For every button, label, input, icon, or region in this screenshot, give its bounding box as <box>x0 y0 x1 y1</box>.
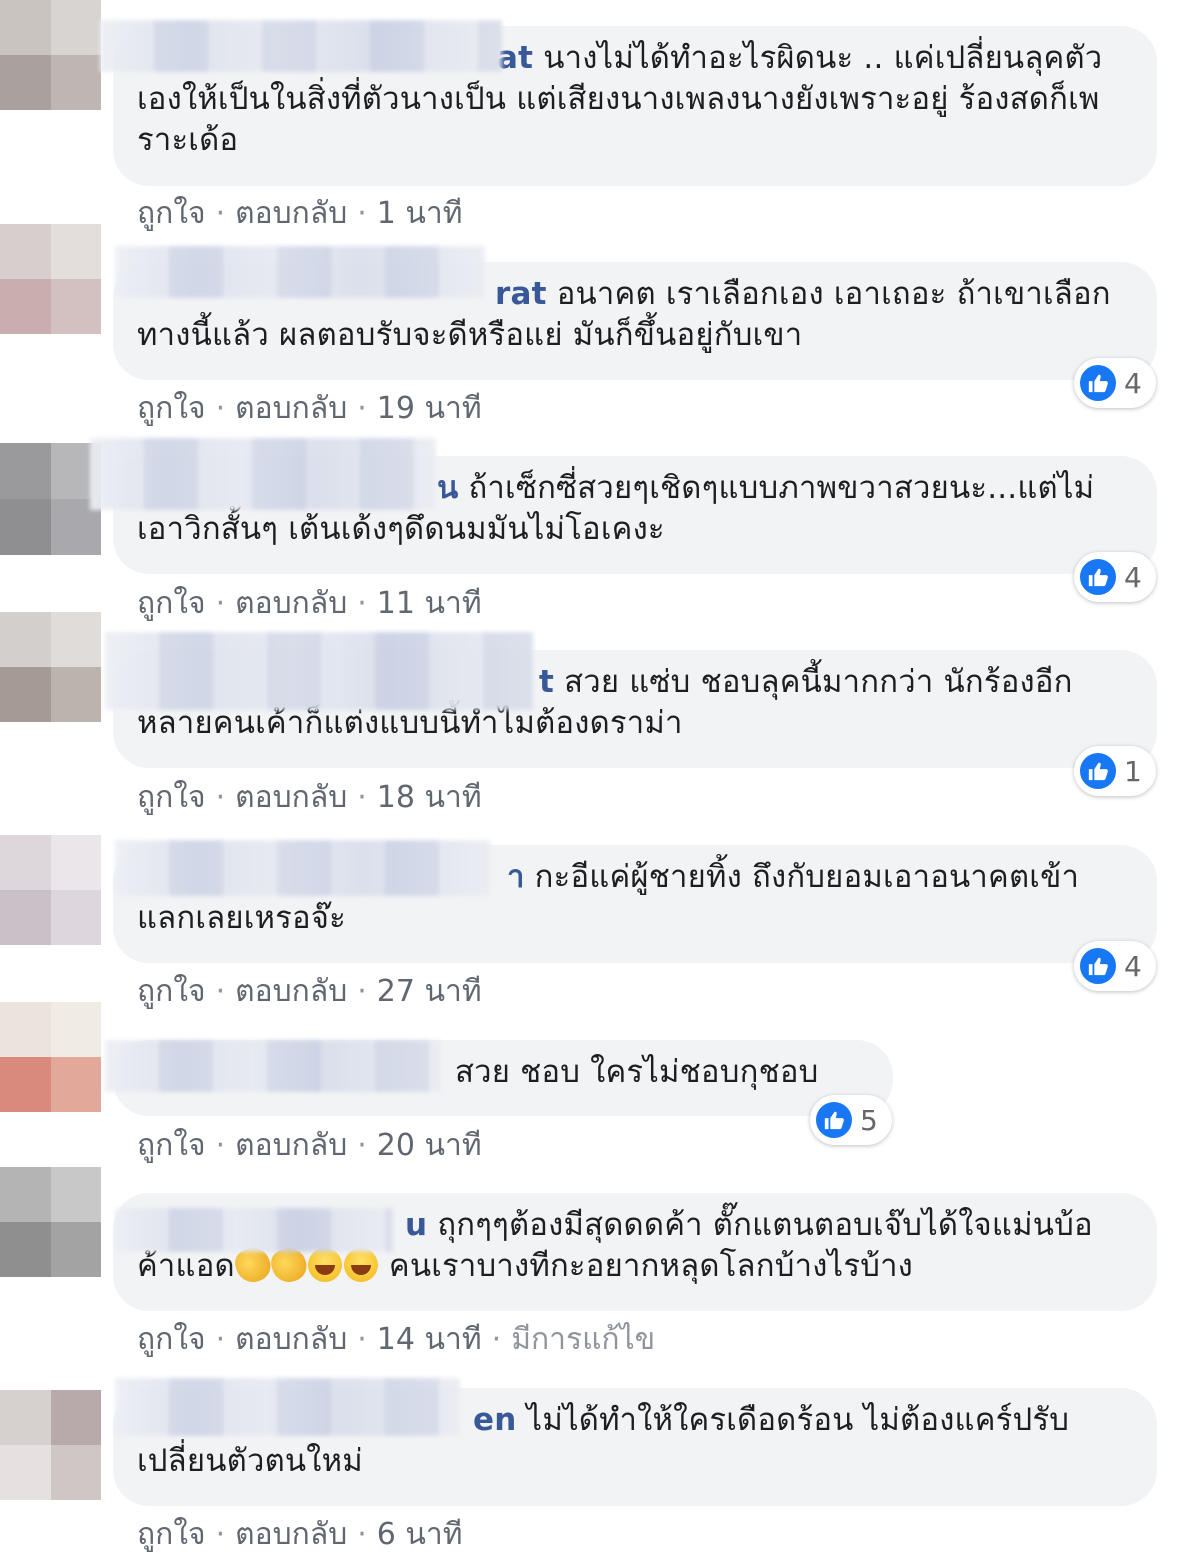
redacted-author-name <box>115 1208 393 1252</box>
comment-author[interactable]: at <box>497 40 533 76</box>
avatar[interactable] <box>0 1390 101 1500</box>
redacted-author-name <box>115 246 485 298</box>
comment-author[interactable]: า <box>507 859 525 895</box>
comment-author[interactable]: u <box>405 1207 427 1243</box>
like-link[interactable]: ถูกใจ <box>137 1322 206 1357</box>
like-link[interactable]: ถูกใจ <box>137 1517 206 1552</box>
reaction-count: 4 <box>1124 366 1142 400</box>
reply-link[interactable]: ตอบกลับ <box>235 196 347 231</box>
like-icon <box>1078 557 1118 597</box>
comment-actions: ถูกใจ · ตอบกลับ · 19 นาที <box>137 391 482 426</box>
redacted-author-name <box>100 20 502 72</box>
comment-author[interactable]: t <box>539 664 554 700</box>
reaction-count: 4 <box>1124 949 1142 983</box>
comment-text-continued: คนเราบางทีกะอยากหลุดโลกบ้างไรบ้าง <box>378 1248 914 1284</box>
like-link[interactable]: ถูกใจ <box>137 780 206 815</box>
comment-time[interactable]: 19 นาที <box>377 391 482 426</box>
avatar[interactable] <box>0 1167 101 1277</box>
redacted-author-name <box>105 1040 441 1092</box>
avatar[interactable] <box>0 224 101 334</box>
comment-text: สวย ชอบ ใครไม่ชอบกุชอบ <box>455 1054 819 1090</box>
comment-time[interactable]: 11 นาที <box>377 586 482 621</box>
reply-link[interactable]: ตอบกลับ <box>235 586 347 621</box>
redacted-author-name <box>105 632 533 710</box>
avatar[interactable] <box>0 835 101 945</box>
comment-actions: ถูกใจ · ตอบกลับ · 14 นาที · มีการแก้ไข <box>137 1322 656 1357</box>
comment-time[interactable]: 6 นาที <box>377 1517 463 1552</box>
like-link[interactable]: ถูกใจ <box>137 1128 206 1163</box>
reaction-summary[interactable]: 4 <box>1074 552 1156 602</box>
comment-actions: ถูกใจ · ตอบกลับ · 27 นาที <box>137 974 482 1009</box>
comment-actions: ถูกใจ · ตอบกลับ · 1 นาที <box>137 196 463 231</box>
like-icon <box>1078 363 1118 403</box>
comment-author[interactable]: en <box>473 1402 517 1438</box>
like-link[interactable]: ถูกใจ <box>137 391 206 426</box>
reaction-count: 1 <box>1124 754 1142 788</box>
like-icon <box>814 1100 854 1140</box>
comment-actions: ถูกใจ · ตอบกลับ · 6 นาที <box>137 1517 463 1552</box>
comment-author[interactable]: น <box>437 470 458 506</box>
comment-time[interactable]: 14 นาที <box>377 1322 482 1357</box>
like-link[interactable]: ถูกใจ <box>137 586 206 621</box>
comment-actions: ถูกใจ · ตอบกลับ · 18 นาที <box>137 780 482 815</box>
reaction-count: 5 <box>860 1103 878 1137</box>
comment-time[interactable]: 18 นาที <box>377 780 482 815</box>
edited-label[interactable]: มีการแก้ไข <box>511 1322 655 1357</box>
reply-link[interactable]: ตอบกลับ <box>235 974 347 1009</box>
laughing-face-emoji <box>307 1248 342 1282</box>
like-link[interactable]: ถูกใจ <box>137 196 206 231</box>
avatar[interactable] <box>0 1002 101 1112</box>
reply-link[interactable]: ตอบกลับ <box>235 1517 347 1552</box>
comment-actions: ถูกใจ · ตอบกลับ · 11 นาที <box>137 586 482 621</box>
reaction-summary[interactable]: 1 <box>1074 746 1156 796</box>
like-link[interactable]: ถูกใจ <box>137 974 206 1009</box>
reply-link[interactable]: ตอบกลับ <box>235 1322 347 1357</box>
like-icon <box>1078 946 1118 986</box>
separator: · <box>215 196 226 231</box>
reaction-summary[interactable]: 4 <box>1074 358 1156 408</box>
comment-author[interactable]: rat <box>495 276 547 312</box>
avatar[interactable] <box>0 612 101 722</box>
reply-link[interactable]: ตอบกลับ <box>235 391 347 426</box>
reply-link[interactable]: ตอบกลับ <box>235 1128 347 1163</box>
reaction-count: 4 <box>1124 560 1142 594</box>
laughing-face-emoji <box>343 1248 378 1282</box>
comment-time[interactable]: 1 นาที <box>377 196 463 231</box>
reaction-summary[interactable]: 4 <box>1074 941 1156 991</box>
reply-link[interactable]: ตอบกลับ <box>235 780 347 815</box>
avatar[interactable] <box>0 0 101 110</box>
redacted-author-name <box>90 438 436 510</box>
redacted-author-name <box>115 1378 460 1436</box>
like-icon <box>1078 751 1118 791</box>
reaction-summary[interactable]: 5 <box>810 1095 892 1145</box>
redacted-author-name <box>115 840 490 896</box>
comment-time[interactable]: 20 นาที <box>377 1128 482 1163</box>
comment-actions: ถูกใจ · ตอบกลับ · 20 นาที <box>137 1128 482 1163</box>
comment-time[interactable]: 27 นาที <box>377 974 482 1009</box>
avatar[interactable] <box>0 443 101 555</box>
